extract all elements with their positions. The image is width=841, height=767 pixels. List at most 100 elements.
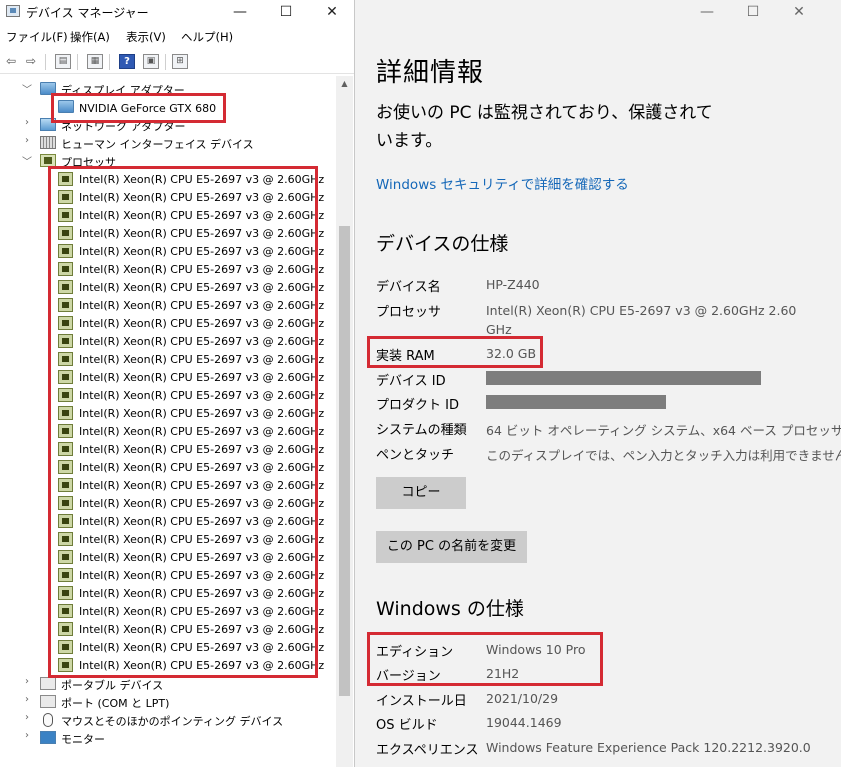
chevron-right-icon[interactable]: › [22, 117, 32, 128]
processor-chip-icon [58, 370, 73, 384]
close-button[interactable]: ✕ [309, 0, 354, 25]
spec-value: 32.0 GB [486, 346, 537, 361]
processor-label: Intel(R) Xeon(R) CPU E5-2697 v3 @ 2.60GH… [79, 317, 325, 330]
processor-chip-icon [58, 478, 73, 492]
processor-chip-icon [58, 208, 73, 222]
toolbar: ⇦ ⇨ ▤ ▦ ? ▣ ⊞ [0, 50, 354, 74]
processor-chip-icon [58, 280, 73, 294]
category-label: モニター [61, 733, 105, 746]
menu-view[interactable]: 表示(V) [126, 29, 166, 45]
chevron-right-icon[interactable]: › [22, 676, 32, 687]
processor-chip-icon [58, 496, 73, 510]
processor-chip-icon [58, 244, 73, 258]
vertical-scrollbar[interactable]: ▲ [336, 76, 353, 767]
device-manager-window: デバイス マネージャー — ☐ ✕ ファイル(F) 操作(A) 表示(V) ヘル… [0, 0, 355, 767]
spec-label: エディション [376, 645, 454, 660]
spec-value: 64 ビット オペレーティング システム、x64 ベース プロセッサ [486, 423, 841, 438]
processor-chip-icon [58, 352, 73, 366]
processor-chip-icon [58, 568, 73, 582]
category-label: ヒューマン インターフェイス デバイス [61, 138, 254, 151]
gpu-label: NVIDIA GeForce GTX 680 [79, 102, 217, 115]
protection-notice: お使いの PC は監視されており、保護されています。 [376, 103, 713, 151]
forward-arrow-icon[interactable]: ⇨ [23, 54, 39, 69]
processor-chip-icon [58, 514, 73, 528]
chevron-right-icon[interactable]: › [22, 694, 32, 705]
maximize-button[interactable]: ☐ [263, 0, 309, 25]
menu-file[interactable]: ファイル(F) [6, 29, 68, 45]
processor-label: Intel(R) Xeon(R) CPU E5-2697 v3 @ 2.60GH… [79, 209, 325, 222]
processor-chip-icon [58, 532, 73, 546]
properties-icon[interactable]: ▦ [87, 54, 103, 69]
chevron-down-icon[interactable]: ﹀ [22, 153, 32, 168]
scan-hardware-icon[interactable]: ⊞ [172, 54, 188, 69]
processor-label: Intel(R) Xeon(R) CPU E5-2697 v3 @ 2.60GH… [79, 659, 325, 672]
processor-chip-icon [58, 316, 73, 330]
minimize-button[interactable]: — [217, 0, 263, 25]
spec-label: ペンとタッチ [376, 448, 455, 463]
processor-chip-icon [58, 442, 73, 456]
spec-value: 21H2 [486, 666, 520, 681]
device-id-redaction [486, 371, 761, 385]
settings-title-bar[interactable]: — ☐ ✕ [355, 0, 841, 25]
spec-value: Windows 10 Pro [486, 642, 586, 657]
tree-view-icon[interactable]: ▤ [55, 54, 71, 69]
spec-label: デバイス名 [376, 280, 441, 295]
product-id-redaction [486, 395, 666, 409]
chevron-right-icon[interactable]: › [22, 712, 32, 723]
spec-value: このディスプレイでは、ペン入力とタッチ入力は利用できません [486, 448, 841, 463]
processor-label: Intel(R) Xeon(R) CPU E5-2697 v3 @ 2.60GH… [79, 533, 325, 546]
settings-maximize-button[interactable]: ☐ [730, 0, 776, 25]
toolbar-separator [77, 54, 78, 70]
back-arrow-icon[interactable]: ⇦ [3, 54, 19, 69]
processor-label: Intel(R) Xeon(R) CPU E5-2697 v3 @ 2.60GH… [79, 245, 325, 258]
help-icon[interactable]: ? [119, 54, 135, 69]
spec-value: 19044.1469 [486, 715, 562, 730]
highlight-processors [48, 166, 318, 678]
scroll-up-icon[interactable]: ▲ [336, 76, 353, 92]
processor-label: Intel(R) Xeon(R) CPU E5-2697 v3 @ 2.60GH… [79, 173, 325, 186]
processor-chip-icon [58, 460, 73, 474]
network-adapter-icon [40, 118, 56, 131]
settings-minimize-button[interactable]: — [684, 0, 730, 25]
device-manager-title-bar[interactable]: デバイス マネージャー — ☐ ✕ [0, 0, 354, 25]
chevron-right-icon[interactable]: › [22, 730, 32, 741]
processor-chip-icon [58, 640, 73, 654]
chevron-down-icon[interactable]: ﹀ [22, 81, 32, 96]
processor-label: Intel(R) Xeon(R) CPU E5-2697 v3 @ 2.60GH… [79, 425, 325, 438]
processor-label: Intel(R) Xeon(R) CPU E5-2697 v3 @ 2.60GH… [79, 263, 325, 276]
spec-label: バージョン [376, 669, 441, 684]
processor-chip-icon [58, 190, 73, 204]
processor-chip-icon [58, 604, 73, 618]
device-manager-icon [6, 5, 20, 17]
spec-value: HP-Z440 [486, 277, 540, 292]
category-label: ポータブル デバイス [61, 679, 164, 692]
security-link[interactable]: Windows セキュリティで詳細を確認する [376, 173, 629, 193]
processor-chip-icon [58, 424, 73, 438]
spec-label: システムの種類 [376, 423, 467, 438]
processor-chip-icon [58, 622, 73, 636]
toolbar-separator [45, 54, 46, 70]
menu-action[interactable]: 操作(A) [70, 29, 110, 45]
processor-label: Intel(R) Xeon(R) CPU E5-2697 v3 @ 2.60GH… [79, 479, 325, 492]
processor-chip-icon [58, 406, 73, 420]
action-icon[interactable]: ▣ [143, 54, 159, 69]
chevron-right-icon[interactable]: › [22, 135, 32, 146]
scrollbar-thumb[interactable] [339, 226, 350, 696]
copy-button[interactable]: コピー [376, 477, 466, 509]
processor-label: Intel(R) Xeon(R) CPU E5-2697 v3 @ 2.60GH… [79, 335, 325, 348]
settings-about-window: — ☐ ✕ 詳細情報 お使いの PC は監視されており、保護されています。 Windows… [355, 0, 841, 767]
processor-label: Intel(R) Xeon(R) CPU E5-2697 v3 @ 2.60GH… [79, 353, 325, 366]
settings-close-button[interactable]: ✕ [776, 0, 822, 25]
processor-label: Intel(R) Xeon(R) CPU E5-2697 v3 @ 2.60GH… [79, 587, 325, 600]
category-label: マウスとそのほかのポインティング デバイス [61, 715, 284, 728]
display-adapter-icon [40, 82, 56, 95]
spec-value: Windows Feature Experience Pack 120.2212… [486, 740, 811, 755]
rename-pc-button[interactable]: この PC の名前を変更 [376, 531, 527, 563]
spec-value: Intel(R) Xeon(R) CPU E5-2697 v3 @ 2.60GH… [486, 303, 797, 337]
menu-help[interactable]: ヘルプ(H) [181, 29, 233, 45]
processor-chip-icon [58, 388, 73, 402]
spec-label: プロセッサ [376, 305, 442, 320]
processor-label: Intel(R) Xeon(R) CPU E5-2697 v3 @ 2.60GH… [79, 371, 325, 384]
mouse-icon [43, 713, 53, 727]
processor-label: Intel(R) Xeon(R) CPU E5-2697 v3 @ 2.60GH… [79, 461, 325, 474]
